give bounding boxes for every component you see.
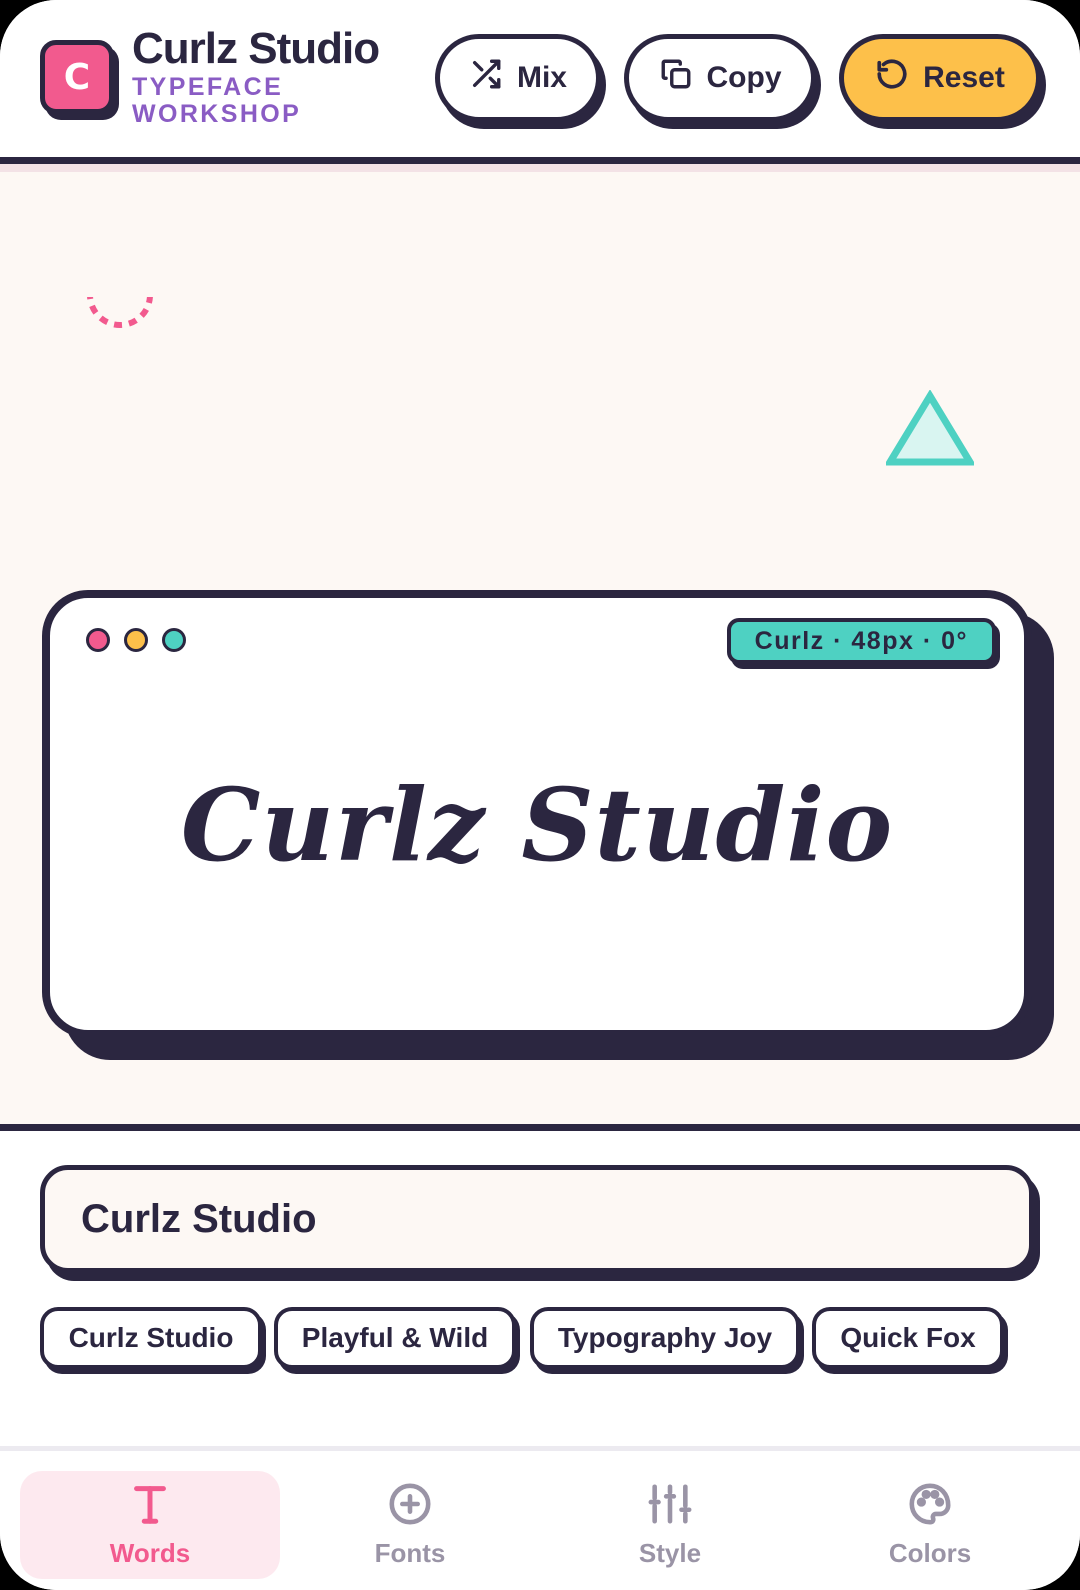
nav-tab-fonts[interactable]: Fonts bbox=[280, 1471, 540, 1579]
dashed-ring-decoration bbox=[87, 297, 153, 328]
mix-button[interactable]: Mix bbox=[435, 34, 601, 122]
window-dot-teal bbox=[162, 628, 186, 652]
app-header: C Curlz Studio TYPEFACE WORKSHOP Mix Cop… bbox=[0, 0, 1080, 164]
nav-label-fonts: Fonts bbox=[374, 1538, 446, 1568]
triangle-decoration bbox=[886, 390, 974, 466]
palette-icon bbox=[907, 1481, 953, 1534]
bottom-nav: Words Fonts Style Colors bbox=[0, 1446, 1080, 1590]
sliders-icon bbox=[647, 1481, 693, 1534]
nav-label-style: Style bbox=[638, 1538, 702, 1568]
reset-button[interactable]: Reset bbox=[839, 34, 1041, 122]
preset-chip[interactable]: Curlz Studio bbox=[40, 1307, 262, 1369]
nav-label-words: Words bbox=[109, 1538, 191, 1568]
font-meta-chip: Curlz · 48px · 0° bbox=[726, 618, 996, 664]
plus-circle-icon bbox=[387, 1481, 433, 1534]
nav-tab-style[interactable]: Style bbox=[540, 1471, 800, 1579]
nav-tab-colors[interactable]: Colors bbox=[800, 1471, 1060, 1579]
reset-label: Reset bbox=[923, 61, 1005, 94]
copy-button[interactable]: Copy bbox=[624, 34, 816, 122]
window-dot-pink bbox=[86, 628, 110, 652]
preview-canvas: Curlz · 48px · 0° Curlz Studio bbox=[0, 164, 1080, 1124]
app-title: Curlz Studio bbox=[132, 24, 380, 73]
preview-text: Curlz Studio bbox=[180, 766, 894, 884]
app-logo: C bbox=[40, 40, 114, 114]
mix-label: Mix bbox=[516, 61, 567, 94]
preset-chip[interactable]: Quick Fox bbox=[812, 1307, 1004, 1369]
reset-icon bbox=[875, 57, 909, 99]
preview-card: Curlz · 48px · 0° Curlz Studio bbox=[42, 590, 1032, 1038]
nav-tab-words[interactable]: Words bbox=[20, 1471, 280, 1579]
app-screen: C Curlz Studio TYPEFACE WORKSHOP Mix Cop… bbox=[0, 0, 1080, 1590]
copy-icon bbox=[659, 57, 693, 99]
preset-chip[interactable]: Playful & Wild bbox=[274, 1307, 516, 1369]
shuffle-icon bbox=[469, 57, 503, 99]
window-dot-yellow bbox=[124, 628, 148, 652]
text-input[interactable] bbox=[40, 1165, 1034, 1273]
text-panel: Curlz Studio Playful & Wild Typography J… bbox=[0, 1124, 1080, 1446]
preset-chip[interactable]: Typography Joy bbox=[530, 1307, 800, 1369]
nav-label-colors: Colors bbox=[888, 1538, 972, 1568]
text-icon bbox=[127, 1481, 173, 1534]
copy-label: Copy bbox=[706, 61, 782, 94]
app-subtitle: TYPEFACE WORKSHOP bbox=[132, 73, 302, 128]
